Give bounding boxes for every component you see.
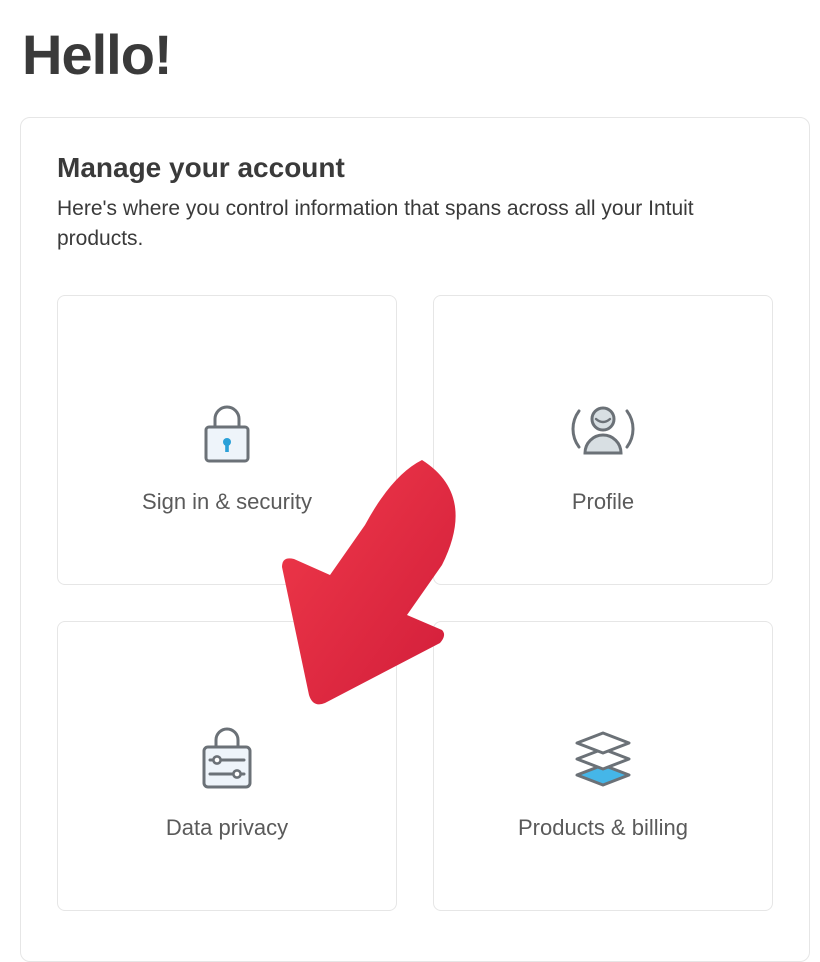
card-label: Products & billing: [518, 815, 688, 841]
card-label: Data privacy: [166, 815, 288, 841]
card-label: Sign in & security: [142, 489, 312, 515]
person-icon: [567, 375, 639, 465]
card-grid: Sign in & security Profile: [57, 295, 773, 911]
card-label: Profile: [572, 489, 634, 515]
panel-subtitle: Here's where you control information tha…: [57, 194, 773, 255]
page-title: Hello!: [22, 22, 820, 87]
card-sign-in-security[interactable]: Sign in & security: [57, 295, 397, 585]
card-profile[interactable]: Profile: [433, 295, 773, 585]
lock-icon: [198, 375, 256, 465]
layers-icon: [569, 701, 637, 791]
account-panel: Manage your account Here's where you con…: [20, 117, 810, 962]
card-data-privacy[interactable]: Data privacy: [57, 621, 397, 911]
privacy-icon: [196, 701, 258, 791]
panel-title: Manage your account: [57, 152, 773, 184]
card-products-billing[interactable]: Products & billing: [433, 621, 773, 911]
